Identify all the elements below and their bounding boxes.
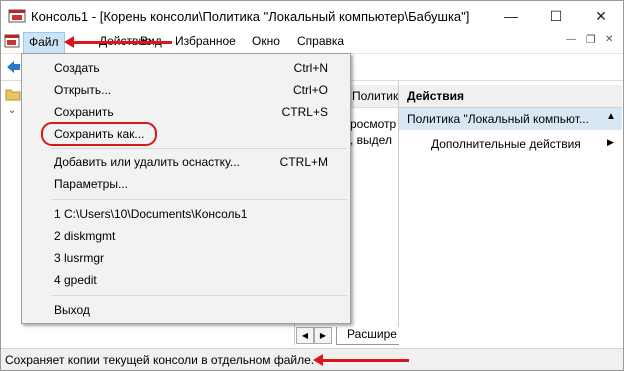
mdi-close-button[interactable]: ✕ [605, 34, 613, 45]
menu-item-options[interactable]: Параметры... [22, 173, 350, 195]
status-bar: Сохраняет копии текущей консоли в отдель… [1, 348, 623, 370]
menu-item-shortcut: Ctrl+O [292, 83, 328, 97]
menu-window[interactable]: Окно [249, 34, 283, 50]
menu-item-shortcut: Ctrl+N [293, 61, 328, 75]
maximize-button[interactable]: ☐ [534, 2, 578, 31]
menu-item-recent-2[interactable]: 2 diskmgmt [22, 225, 350, 247]
annotation-arrow-line [72, 41, 172, 44]
mmc-console-icon [8, 9, 26, 23]
menu-item-recent-4[interactable]: 4 gpedit [22, 269, 350, 291]
menu-help[interactable]: Справка [294, 34, 347, 50]
menu-item-label: 3 lusrmgr [54, 251, 105, 265]
annotation-arrow-line [321, 359, 409, 362]
menu-separator [51, 199, 347, 200]
minimize-button[interactable]: — [489, 2, 533, 31]
menu-item-recent-3[interactable]: 3 lusrmgr [22, 247, 350, 269]
menu-item-save[interactable]: Сохранить CTRL+S [22, 101, 350, 123]
menu-item-label: Создать [54, 61, 100, 75]
menu-item-label: 4 gpedit [54, 273, 97, 287]
menu-item-label: Выход [54, 303, 90, 317]
status-text: Сохраняет копии текущей консоли в отдель… [5, 353, 315, 367]
annotation-arrow-head [313, 354, 323, 366]
collapse-triangle-icon[interactable]: ▲ [606, 111, 616, 122]
actions-selected-label: Политика "Локальный компьют... [407, 112, 589, 126]
back-arrow-icon[interactable] [5, 59, 21, 75]
center-text-line-1: росмотр [350, 117, 397, 131]
menu-item-add-remove-snapin[interactable]: Добавить или удалить оснастку... CTRL+M [22, 151, 350, 173]
actions-pane: Действия Политика "Локальный компьют... … [399, 81, 622, 345]
window-title: Консоль1 - [Корень консоли\Политика "Лок… [31, 9, 470, 24]
title-bar: Консоль1 - [Корень консоли\Политика "Лок… [1, 1, 623, 31]
menu-item-shortcut: CTRL+S [281, 105, 328, 119]
tree-expand-chevron-icon[interactable]: ⌄ [8, 105, 16, 116]
submenu-arrow-icon: ▶ [607, 137, 614, 147]
actions-header-label: Действия [407, 89, 465, 103]
actions-more-item[interactable]: Дополнительные действия [431, 137, 581, 151]
menu-item-shortcut: CTRL+M [279, 155, 328, 169]
menu-favorites[interactable]: Избранное [172, 34, 239, 50]
menu-item-exit[interactable]: Выход [22, 299, 350, 321]
center-text-line-2: , выдел [350, 133, 392, 147]
menu-item-label: 2 diskmgmt [54, 229, 116, 243]
menu-file[interactable]: Файл [23, 32, 65, 54]
annotation-arrow-head [64, 36, 74, 48]
mdi-restore-button[interactable]: ❐ [586, 33, 596, 46]
console-menu-icon[interactable] [4, 34, 20, 49]
menu-item-label: Сохранить [54, 105, 114, 119]
tab-scroll-left-button[interactable]: ◀ [296, 327, 314, 344]
menu-item-recent-1[interactable]: 1 C:\Users\10\Documents\Консоль1 [22, 203, 350, 225]
menu-item-label: 1 C:\Users\10\Documents\Консоль1 [54, 207, 248, 221]
folder-icon [5, 89, 21, 101]
menu-separator [51, 295, 347, 296]
tab-scroll-right-button[interactable]: ▶ [314, 327, 332, 344]
menu-item-new[interactable]: Создать Ctrl+N [22, 57, 350, 79]
menu-item-label: Добавить или удалить оснастку... [54, 155, 240, 169]
annotation-highlight-ring [41, 122, 157, 146]
file-dropdown-menu: Создать Ctrl+N Открыть... Ctrl+O Сохрани… [21, 53, 351, 324]
menu-item-open[interactable]: Открыть... Ctrl+O [22, 79, 350, 101]
mdi-minimize-button[interactable]: — [566, 34, 576, 45]
close-button[interactable]: ✕ [579, 2, 623, 31]
actions-selected-item[interactable]: Политика "Локальный компьют... ▲ [399, 108, 622, 130]
menu-item-label: Параметры... [54, 177, 128, 191]
actions-header: Действия [399, 85, 622, 108]
menu-item-label: Открыть... [54, 83, 112, 97]
menu-separator [51, 148, 347, 149]
tab-extended[interactable]: Расшире [336, 327, 408, 345]
